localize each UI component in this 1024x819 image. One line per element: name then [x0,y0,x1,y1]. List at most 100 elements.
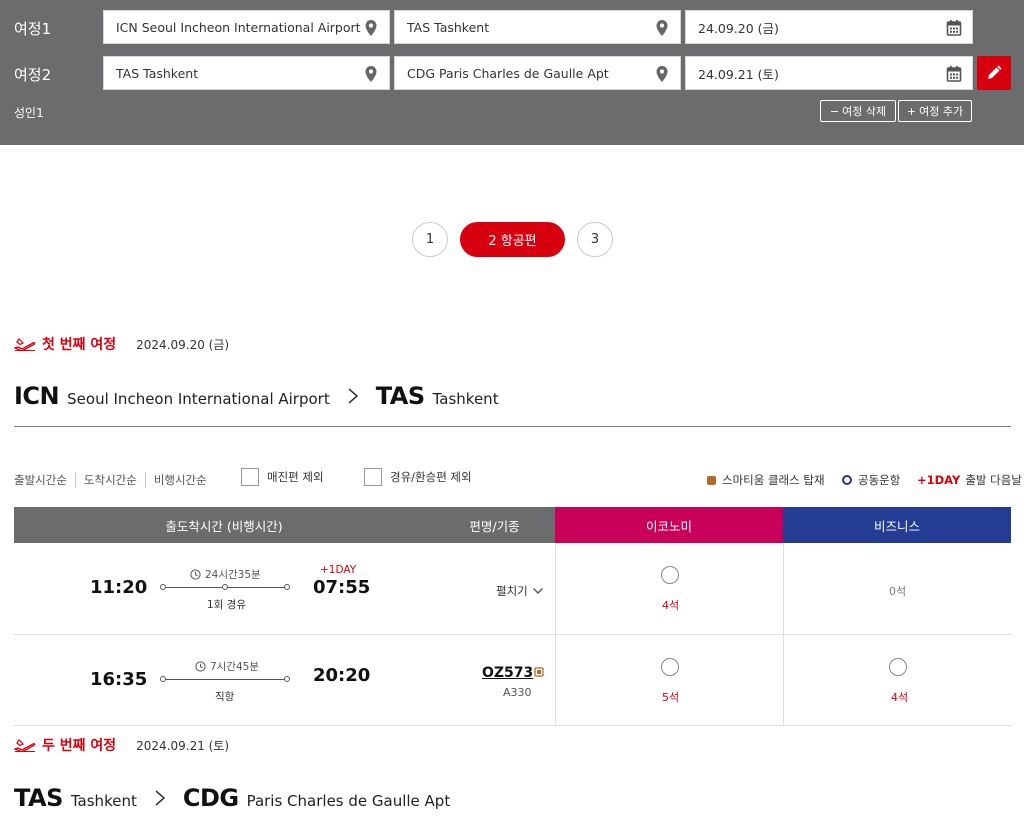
smartium-icon [534,667,544,677]
destination-value: TAS Tashkent [407,19,490,35]
date-value: 24.09.20 (금) [698,20,779,36]
trip-row-label: 여정1 [14,20,52,38]
step-3[interactable]: 3 [577,222,613,257]
clock-icon [190,569,201,580]
destination-name: Tashkent [432,390,499,408]
remove-trip-label: 여정 삭제 [842,105,887,118]
origin-field[interactable]: ICN Seoul Incheon International Airport [103,10,390,44]
sort-options: 출발시간순 도착시간순 비행시간순 [14,472,215,488]
trip-1-header: 첫 번째 여정 2024.09.20 (금) [14,334,229,354]
clock-icon [195,661,206,672]
destination-value: CDG Paris Charles de Gaulle Apt [407,65,609,81]
location-pin-icon [365,20,377,36]
origin-field[interactable]: TAS Tashkent [103,56,390,90]
trip-date: 2024.09.20 (금) [136,337,230,352]
trip-row-label: 여정2 [14,66,52,84]
origin-name: Tashkent [70,792,137,810]
date-field[interactable]: 24.09.21 (토) [685,56,973,90]
economy-fare-radio[interactable] [661,566,679,584]
minus-icon: − [829,104,840,118]
route-divider [14,426,1011,427]
plane-departure-icon [14,338,36,351]
aircraft-type: A330 [503,686,532,699]
legend-next-day: +1DAY 출발 다음날 [917,472,1022,488]
stops-text: 1회 경유 [207,599,246,611]
trip-2-route: TAS Tashkent CDG Paris Charles de Gaulle… [14,784,450,812]
trip-2-header: 두 번째 여정 2024.09.21 (토) [14,735,229,755]
location-pin-icon [656,20,668,36]
legend-label: 출발 다음날 [965,473,1022,487]
expand-label: 펼치기 [496,584,528,598]
checkbox-label: 경유/환승편 제외 [390,470,472,484]
flight-duration: 7시간45분 [195,659,259,674]
col-business-header: 비즈니스 [783,507,1011,543]
col-flight-header: 편명/기종 [434,507,555,543]
trip-row-2: 여정2 TAS Tashkent CDG Paris Charles de Ga… [0,56,1024,90]
remove-trip-button[interactable]: − 여정 삭제 [820,100,896,122]
exclude-soldout-checkbox[interactable]: 매진편 제외 [241,468,324,486]
location-pin-icon [365,66,377,82]
edit-search-button[interactable] [977,56,1011,90]
business-fare-radio[interactable] [889,658,907,676]
destination-field[interactable]: CDG Paris Charles de Gaulle Apt [394,56,681,90]
economy-fare-radio[interactable] [661,658,679,676]
trip-1-route: ICN Seoul Incheon International Airport … [14,382,499,410]
checkbox-box[interactable] [241,468,259,486]
chevron-right-icon [155,790,165,806]
codeshare-icon [842,475,852,485]
origin-value: TAS Tashkent [116,65,199,81]
date-field[interactable]: 24.09.20 (금) [685,10,973,44]
destination-code: CDG [182,784,239,812]
route-dot [160,676,166,682]
checkbox-box[interactable] [364,468,382,486]
origin-name: Seoul Incheon International Airport [67,390,330,408]
legend-codeshare: 공동운항 [842,472,900,488]
expand-button[interactable]: 펼치기 [496,583,544,599]
location-pin-icon [656,66,668,82]
legend-smartium: 스마티움 클래스 탑재 [707,472,825,488]
business-seats: 4석 [891,691,909,704]
arrival-time: 07:55 [313,577,371,598]
trip-row-1: 여정1 ICN Seoul Incheon International Airp… [0,10,1024,44]
origin-value: ICN Seoul Incheon International Airport [116,19,361,35]
sort-by-arrival[interactable]: 도착시간순 [74,472,145,488]
calendar-icon [946,20,962,36]
flight-duration: 24시간35분 [190,567,261,582]
route-dot [284,584,290,590]
business-seats: 0석 [889,585,907,598]
destination-name: Paris Charles de Gaulle Apt [246,792,451,810]
legend-label: 스마티움 클래스 탑재 [722,473,825,487]
chevron-down-icon [532,588,543,594]
sort-by-departure[interactable]: 출발시간순 [14,472,75,488]
calendar-icon [946,66,962,82]
arrival-time: 20:20 [313,665,371,686]
duration-text: 7시간45분 [210,661,260,673]
trip-date: 2024.09.21 (토) [136,738,230,753]
col-economy-header: 이코노미 [555,507,783,543]
origin-code: TAS [14,784,63,812]
column-divider [555,543,556,726]
plane-departure-icon [14,739,36,752]
plus-day-badge: +1DAY [320,564,357,576]
smartium-icon [707,475,716,485]
trip-title: 두 번째 여정 [42,738,117,754]
route-dot [222,584,228,590]
stops-text: 직항 [215,691,235,703]
step-2-current[interactable]: 2 항공편 [460,222,565,257]
legend-label: 공동운항 [858,473,901,487]
sort-by-duration[interactable]: 비행시간순 [144,472,215,488]
search-panel: 여정1 ICN Seoul Incheon International Airp… [0,0,1024,145]
exclude-connecting-checkbox[interactable]: 경유/환승편 제외 [364,468,472,486]
economy-seats: 4석 [662,599,680,612]
passenger-count: 성인1 [14,106,44,120]
plus-day-badge: +1DAY [917,473,961,487]
economy-seats: 5석 [662,691,680,704]
route-line [163,679,289,680]
add-trip-label: 여정 추가 [919,105,964,118]
date-value: 24.09.21 (토) [698,66,779,82]
flight-number-link[interactable]: OZ573 [482,665,533,681]
destination-field[interactable]: TAS Tashkent [394,10,681,44]
chevron-right-icon [348,388,358,404]
step-1[interactable]: 1 [412,222,448,257]
add-trip-button[interactable]: + 여정 추가 [898,100,972,122]
